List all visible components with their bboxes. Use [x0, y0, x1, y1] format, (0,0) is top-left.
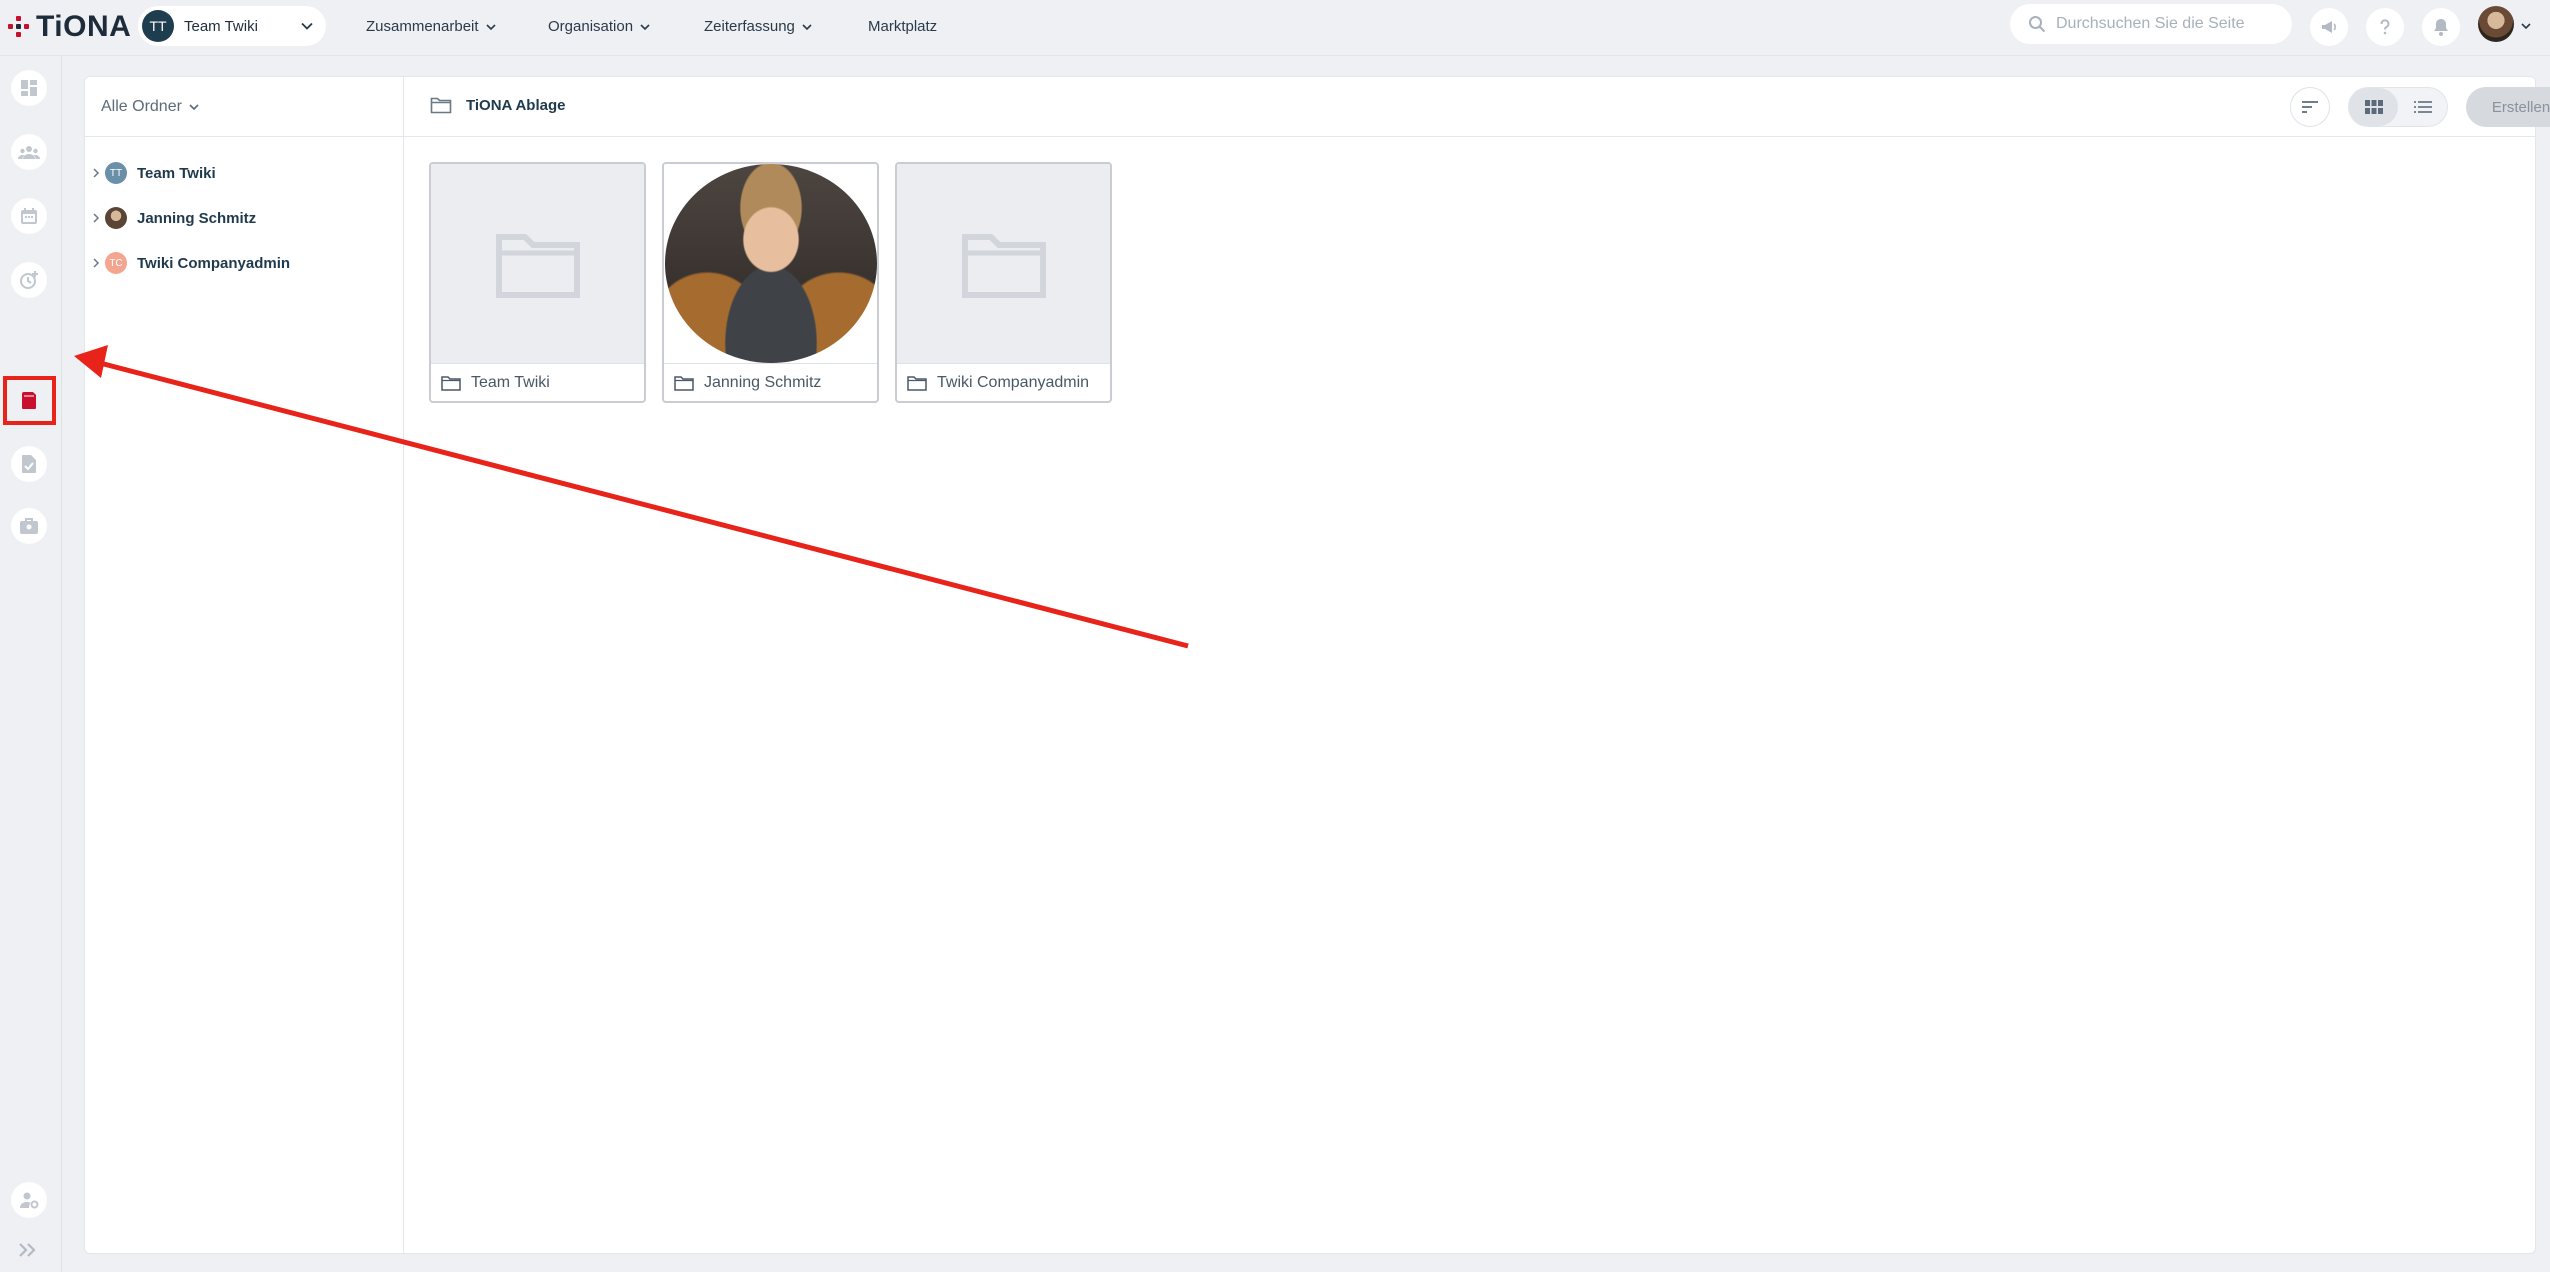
chevron-down-icon[interactable] [2520, 20, 2532, 32]
folder-icon [430, 97, 452, 114]
folder-icon [674, 375, 694, 391]
folder-thumbnail [431, 164, 644, 363]
rail-jobs[interactable] [11, 508, 47, 544]
help-icon [2380, 19, 2390, 35]
notifications-button[interactable] [2422, 8, 2460, 46]
folder-filter-dropdown[interactable]: Alle Ordner [85, 77, 403, 137]
bell-icon [2434, 19, 2448, 36]
chevron-right-icon[interactable] [91, 258, 101, 268]
rail-time-tracking[interactable] [11, 262, 47, 298]
grid-view-button[interactable] [2349, 88, 2398, 126]
sort-button[interactable] [2290, 87, 2330, 127]
chevron-right-icon[interactable] [91, 168, 101, 178]
announcements-button[interactable] [2310, 8, 2348, 46]
rail-user-settings[interactable] [11, 1182, 47, 1218]
avatar: TC [105, 252, 127, 274]
megaphone-icon [2322, 21, 2336, 33]
search-icon [2029, 16, 2046, 33]
folder-icon [907, 375, 927, 391]
dashboard-icon [21, 80, 37, 96]
logo[interactable]: TiONA [8, 10, 132, 43]
logo-text: TiONA [36, 10, 132, 43]
list-icon [2413, 101, 2432, 113]
nav-label: Zeiterfassung [704, 18, 795, 35]
folder-card-twiki-companyadmin[interactable]: Twiki Companyadmin [895, 162, 1112, 403]
tree-item-label: Janning Schmitz [137, 209, 257, 227]
chevron-down-icon [301, 22, 313, 30]
folder-card-label: Janning Schmitz [664, 363, 877, 401]
chevron-down-icon [485, 23, 496, 30]
rail-team[interactable] [11, 134, 47, 170]
chevron-down-icon [802, 23, 812, 30]
nav-marktplatz[interactable]: Marktplatz [868, 18, 937, 35]
folder-placeholder-icon [961, 233, 1046, 298]
create-label: Erstellen [2491, 98, 2550, 116]
nav-zusammenarbeit[interactable]: Zusammenarbeit [366, 18, 497, 35]
view-toggle [2348, 87, 2448, 127]
profile-photo [664, 164, 877, 363]
rail-documents[interactable] [11, 446, 47, 482]
list-view-button[interactable] [2398, 88, 2447, 126]
logo-mark-icon [8, 16, 30, 38]
search-placeholder: Durchsuchen Sie die Seite [2056, 15, 2245, 32]
folder-card-team-twiki[interactable]: Team Twiki [429, 162, 646, 403]
folder-card-janning-schmitz[interactable]: Janning Schmitz [662, 162, 879, 403]
user-avatar[interactable] [2478, 6, 2514, 42]
chevron-down-icon [189, 103, 199, 110]
tree-item-team-twiki[interactable]: TT Team Twiki [85, 159, 216, 187]
time-tracking-icon [20, 271, 38, 289]
calendar-icon [21, 208, 37, 224]
team-name: Team Twiki [184, 17, 258, 35]
help-button[interactable] [2366, 8, 2404, 46]
tree-item-twiki-companyadmin[interactable]: TC Twiki Companyadmin [85, 249, 290, 277]
left-rail [0, 56, 62, 1272]
top-bar: TiONA TT Team Twiki Zusammenarbeit Organ… [0, 0, 2550, 56]
sort-icon [2302, 101, 2318, 113]
folder-name: Twiki Companyadmin [937, 373, 1090, 391]
search-input[interactable]: Durchsuchen Sie die Seite [2010, 4, 2292, 44]
nav-label: Marktplatz [868, 18, 938, 35]
main-panel: Alle Ordner TT Team Twiki Janning Schmit… [84, 76, 2550, 1254]
team-icon [18, 146, 40, 159]
folder-tree: Alle Ordner TT Team Twiki Janning Schmit… [85, 77, 404, 1253]
team-switcher[interactable]: TT Team Twiki [138, 6, 326, 46]
nav-label: Organisation [548, 18, 634, 35]
rail-calendar[interactable] [11, 198, 47, 234]
tree-item-janning-schmitz[interactable]: Janning Schmitz [85, 204, 256, 232]
folder-card-label: Twiki Companyadmin [897, 363, 1110, 401]
avatar [105, 207, 127, 229]
user-settings-icon [20, 1192, 39, 1209]
team-avatar: TT [142, 10, 174, 42]
grid-icon [2364, 100, 2383, 114]
document-check-icon [22, 455, 36, 473]
folder-thumbnail [897, 164, 1110, 363]
content-header: TiONA Ablage Erstellen [404, 77, 2550, 137]
folder-name: Janning Schmitz [704, 373, 822, 391]
create-button[interactable]: Erstellen [2466, 87, 2550, 127]
chevron-right-icon[interactable] [91, 213, 101, 223]
nav-zeiterfassung[interactable]: Zeiterfassung [704, 18, 813, 35]
chevron-down-icon [640, 23, 650, 30]
folder-name: Team Twiki [471, 373, 550, 391]
breadcrumb[interactable]: TiONA Ablage [430, 96, 565, 114]
rail-dashboard[interactable] [11, 70, 47, 106]
rail-storage[interactable] [11, 382, 47, 418]
avatar: TT [105, 162, 127, 184]
expand-icon [19, 1243, 36, 1257]
storage-icon [22, 392, 36, 409]
tree-item-label: Twiki Companyadmin [137, 254, 291, 272]
folder-thumbnail [664, 164, 877, 363]
rail-expand[interactable] [18, 1242, 40, 1263]
folder-filter-label: Alle Ordner [101, 97, 182, 115]
nav-organisation[interactable]: Organisation [548, 18, 651, 35]
folder-card-label: Team Twiki [431, 363, 644, 401]
folder-icon [441, 375, 461, 391]
nav-label: Zusammenarbeit [366, 18, 479, 35]
breadcrumb-label: TiONA Ablage [466, 96, 566, 114]
folder-placeholder-icon [495, 233, 580, 298]
tree-item-label: Team Twiki [137, 164, 216, 182]
briefcase-icon [20, 518, 38, 534]
